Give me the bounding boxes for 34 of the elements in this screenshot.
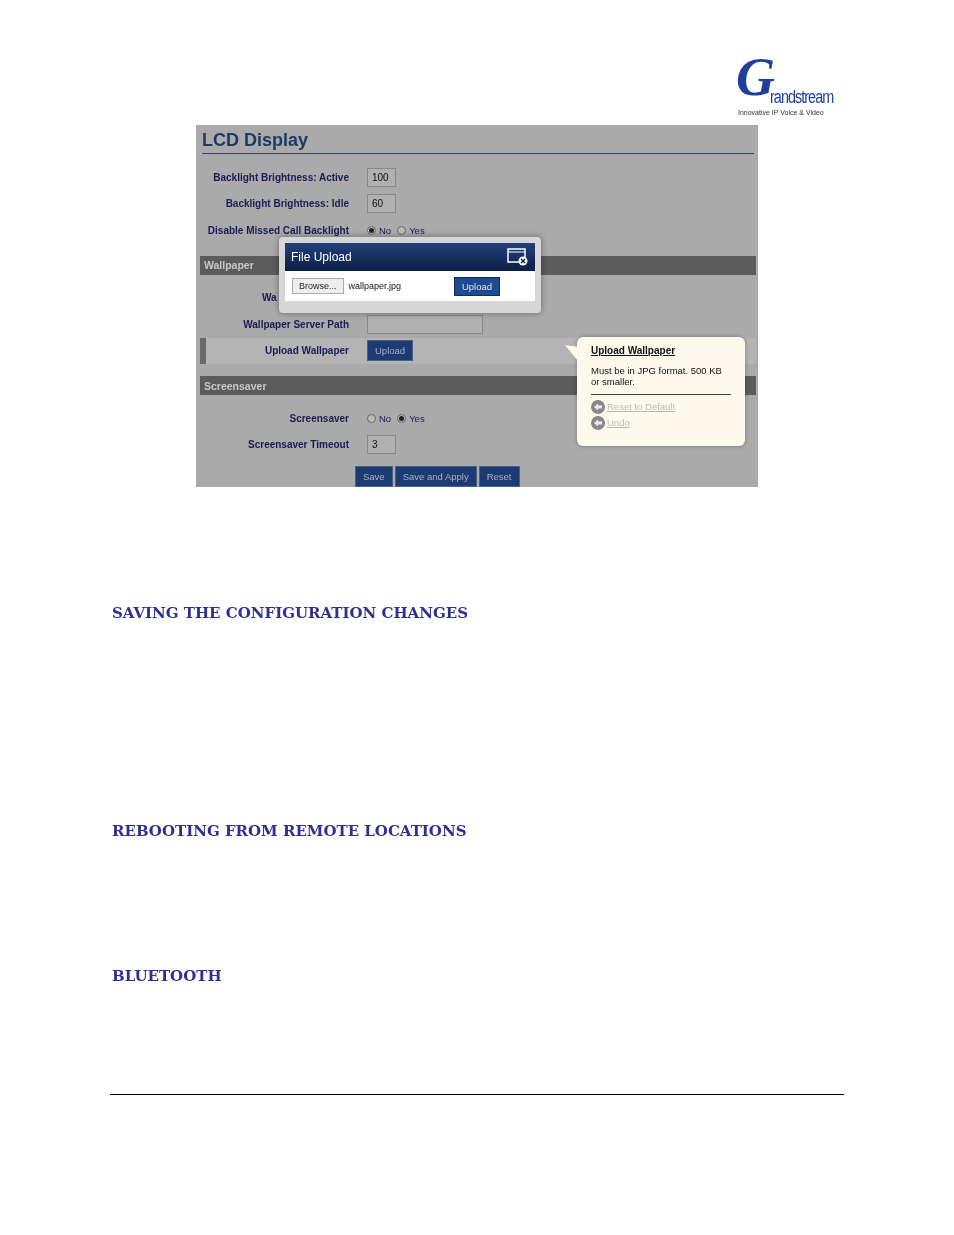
radio-label: Yes bbox=[409, 412, 425, 424]
radio-button[interactable] bbox=[367, 225, 376, 235]
input-field[interactable] bbox=[367, 314, 483, 334]
form-button[interactable]: Reset bbox=[478, 466, 520, 487]
upload-button[interactable]: Upload bbox=[453, 276, 500, 296]
field-label: Upload Wallpaper bbox=[263, 345, 349, 357]
radio-label: No bbox=[379, 412, 392, 424]
field-label: Wallpaper Server Path bbox=[242, 318, 349, 330]
radio-button[interactable] bbox=[367, 413, 376, 423]
file-name: wallpaper.jpg bbox=[348, 281, 403, 291]
tooltip-text: Must be in JPG format. 500 KB or smaller. bbox=[591, 366, 731, 395]
tooltip-title: Upload Wallpaper bbox=[591, 345, 677, 356]
form-button[interactable]: Save and Apply bbox=[394, 466, 477, 487]
browse-button[interactable]: Browse... bbox=[292, 278, 344, 294]
radio-button[interactable] bbox=[397, 225, 407, 235]
page-title: LCD Display bbox=[202, 129, 754, 154]
field-label: Disable Missed Call Backlight bbox=[206, 224, 349, 236]
section-heading: BLUETOOTH bbox=[112, 967, 222, 985]
radio-label: No bbox=[379, 224, 392, 236]
section-heading: SAVING THE CONFIGURATION CHANGES bbox=[112, 604, 469, 622]
radio-button[interactable] bbox=[397, 413, 407, 423]
input-field[interactable]: 3 bbox=[367, 435, 396, 455]
field-label: Wa bbox=[262, 292, 277, 304]
upload-button[interactable]: Upload bbox=[367, 340, 414, 362]
field-label: Screensaver Timeout bbox=[247, 439, 349, 451]
field-label: Backlight Brightness: Active bbox=[212, 171, 349, 183]
input-field[interactable]: 60 bbox=[367, 194, 396, 214]
form-button[interactable]: Save bbox=[355, 466, 393, 487]
radio-label: Yes bbox=[409, 224, 425, 236]
section-heading: REBOOTING FROM REMOTE LOCATIONS bbox=[112, 822, 467, 840]
field-label: Backlight Brightness: Idle bbox=[224, 198, 349, 210]
close-icon[interactable] bbox=[507, 248, 529, 266]
field-label: Screensaver bbox=[288, 412, 349, 424]
input-field[interactable]: 100 bbox=[367, 167, 396, 187]
